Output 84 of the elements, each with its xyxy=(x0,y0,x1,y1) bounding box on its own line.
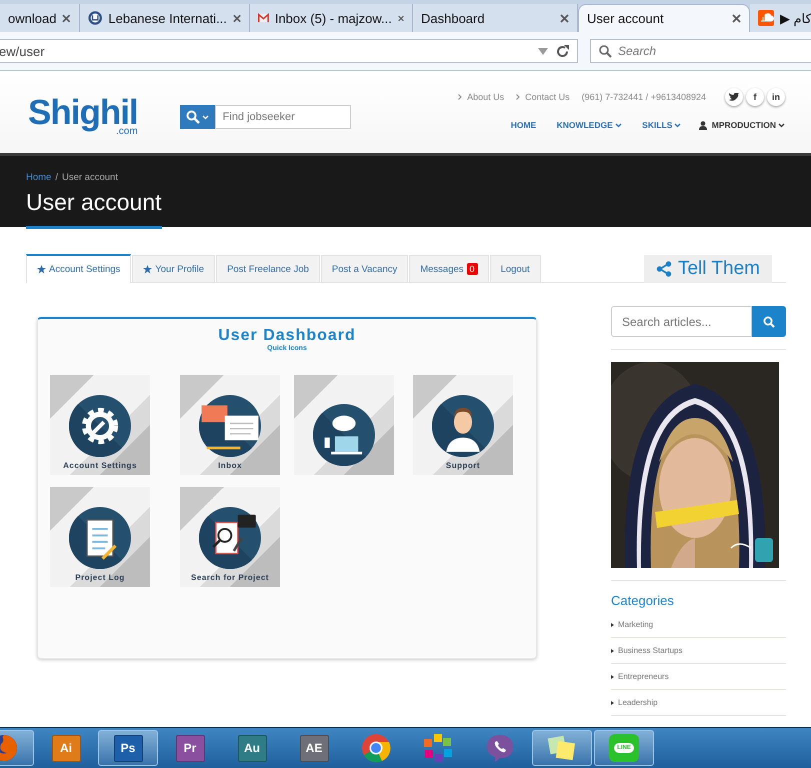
close-icon[interactable] xyxy=(62,14,71,22)
top-link[interactable]: Contact Us xyxy=(525,92,570,102)
caret-icon xyxy=(202,114,209,120)
nav-link[interactable]: MPRODUCTION xyxy=(699,120,785,130)
taskbar-button[interactable]: Au xyxy=(222,730,282,766)
chevron-right-icon xyxy=(516,94,520,100)
app-icon: Pr xyxy=(176,734,204,762)
app-icon: AE xyxy=(300,734,328,762)
article-search-field[interactable]: Search articles... xyxy=(611,306,752,337)
social-link[interactable]: in xyxy=(767,88,785,106)
close-icon[interactable] xyxy=(560,14,569,22)
seal-icon xyxy=(88,10,102,26)
app-icon: Au xyxy=(238,734,266,762)
quick-icon-tile[interactable]: Support xyxy=(413,375,513,475)
share-button[interactable]: Tell Them xyxy=(644,255,772,283)
network-icon xyxy=(313,404,375,466)
support-icon xyxy=(432,395,494,457)
breadcrumb-current: User account xyxy=(62,172,118,183)
account-tab[interactable]: Post Freelance Job xyxy=(216,255,320,282)
mail-icon xyxy=(258,12,269,24)
browser-tab[interactable]: Lebanese Internati... xyxy=(80,4,250,32)
quick-icon-tile[interactable]: Search for Project xyxy=(180,487,280,587)
search-button[interactable] xyxy=(180,105,215,129)
page-title: User account xyxy=(26,189,163,216)
search-icon xyxy=(199,507,261,569)
share-icon xyxy=(656,261,672,277)
log-icon xyxy=(69,507,131,569)
close-icon[interactable] xyxy=(398,14,404,22)
taskbar-button[interactable] xyxy=(532,730,592,766)
browser-tab[interactable]: Inbox (5) - majzow... xyxy=(250,4,413,32)
browser-tab[interactable]: ownload xyxy=(0,4,80,32)
account-tab[interactable]: Messages 0 xyxy=(409,255,489,282)
breadcrumb-separator: / xyxy=(55,172,58,183)
taskbar-button[interactable]: Pr xyxy=(160,730,220,766)
category-link[interactable]: Leadership xyxy=(618,698,658,707)
taskbar-button[interactable]: Ai xyxy=(36,730,96,766)
card-title: User Dashboard xyxy=(217,327,357,344)
search-button[interactable] xyxy=(752,306,786,337)
phone-number: (961) 7-732441 / +9613408924 xyxy=(582,92,706,102)
close-icon[interactable] xyxy=(232,14,241,22)
quick-icon-tile[interactable]: Inbox xyxy=(180,375,280,475)
search-icon xyxy=(186,110,200,124)
app-icon: Ps xyxy=(114,734,142,762)
browser-tab[interactable]: Dashboard xyxy=(413,4,578,32)
browser-search-field[interactable]: Search xyxy=(590,39,811,63)
search-icon xyxy=(763,316,775,328)
account-tab[interactable]: Logout xyxy=(490,255,541,282)
browser-tab[interactable]: User account xyxy=(578,4,750,32)
nav-link[interactable]: KNOWLEDGE xyxy=(554,120,622,130)
chrome-icon xyxy=(361,733,391,763)
settings-icon xyxy=(69,395,131,457)
count-badge: 0 xyxy=(466,263,478,275)
section-heading: Categories xyxy=(611,593,675,608)
app-icon: Ai xyxy=(52,734,80,762)
quick-icon-tile[interactable]: Project Log xyxy=(50,487,150,587)
pinwheel-icon xyxy=(423,733,453,763)
cloud-icon xyxy=(758,10,774,26)
account-tab[interactable]: Account Settings xyxy=(26,254,132,283)
account-tab[interactable]: Post a Vacancy xyxy=(320,255,408,282)
search-icon xyxy=(599,44,612,58)
inbox-icon xyxy=(199,395,261,457)
reload-icon[interactable] xyxy=(556,44,569,58)
category-link[interactable]: Marketing xyxy=(618,620,654,629)
social-bird-icon[interactable] xyxy=(725,88,743,106)
top-link[interactable]: About Us xyxy=(467,92,504,102)
quick-icon-tile[interactable]: Account Settings xyxy=(50,375,150,475)
breadcrumb-link[interactable]: Home xyxy=(26,172,52,183)
user-icon xyxy=(699,120,708,130)
close-icon[interactable] xyxy=(732,14,741,23)
account-tab[interactable]: Your Profile xyxy=(132,255,216,282)
quick-icon-tile[interactable] xyxy=(294,375,394,475)
nav-link[interactable]: SKILLS xyxy=(640,120,682,130)
chevron-right-icon xyxy=(458,94,462,100)
social-link[interactable]: f xyxy=(746,88,764,106)
category-link[interactable]: Business Startups xyxy=(618,646,682,655)
dropdown-icon xyxy=(538,48,548,54)
jobseeker-search-field[interactable]: Find jobseeker xyxy=(214,105,351,129)
phone-bubble-icon xyxy=(485,733,515,763)
site-logo[interactable]: Shighil .com xyxy=(28,95,138,153)
taskbar-button[interactable]: AE xyxy=(284,730,344,766)
taskbar-button[interactable]: Ps xyxy=(98,730,158,766)
category-link[interactable]: Entrepreneurs xyxy=(618,672,669,681)
sticky-notes-icon xyxy=(547,734,577,762)
nav-link[interactable]: HOME xyxy=(508,120,536,130)
